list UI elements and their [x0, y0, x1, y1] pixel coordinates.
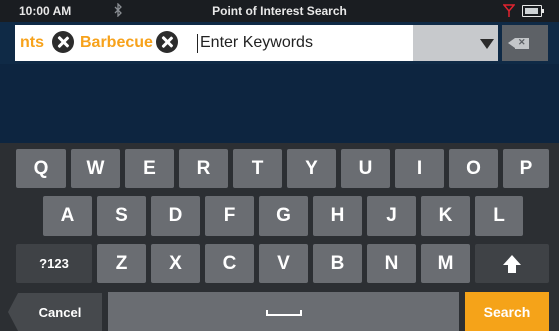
- key-m[interactable]: M: [421, 244, 470, 283]
- dropdown-button[interactable]: [413, 25, 498, 61]
- remove-chip-icon[interactable]: [52, 31, 74, 53]
- key-o[interactable]: O: [449, 149, 498, 188]
- key-a[interactable]: A: [43, 196, 92, 236]
- key-e[interactable]: E: [125, 149, 174, 188]
- key-u[interactable]: U: [341, 149, 390, 188]
- key-y[interactable]: Y: [287, 149, 336, 188]
- keyword-input[interactable]: [200, 34, 400, 52]
- cancel-button[interactable]: Cancel: [8, 293, 102, 331]
- status-bar: 10:00 AM Point of Interest Search: [0, 0, 559, 22]
- key-c[interactable]: C: [205, 244, 254, 283]
- key-f[interactable]: F: [205, 196, 254, 236]
- key-l[interactable]: L: [475, 196, 523, 236]
- key-s[interactable]: S: [97, 196, 146, 236]
- filter-chip-label: nts: [20, 34, 44, 51]
- key-g[interactable]: G: [259, 196, 308, 236]
- battery-icon: [522, 5, 544, 17]
- key-b[interactable]: B: [313, 244, 362, 283]
- filter-chip-label: Barbecue: [80, 34, 153, 51]
- signal-icon: [503, 4, 515, 17]
- key-r[interactable]: R: [179, 149, 228, 188]
- key-i[interactable]: I: [395, 149, 444, 188]
- backspace-button[interactable]: [502, 25, 548, 61]
- shift-arrow-icon: [503, 254, 521, 273]
- key-t[interactable]: T: [233, 149, 282, 188]
- key-q[interactable]: Q: [16, 149, 66, 188]
- key-h[interactable]: H: [313, 196, 362, 236]
- numbers-key[interactable]: ?123: [16, 244, 92, 283]
- key-j[interactable]: J: [367, 196, 416, 236]
- key-d[interactable]: D: [151, 196, 200, 236]
- key-p[interactable]: P: [503, 149, 549, 188]
- text-cursor: [197, 34, 198, 53]
- space-key[interactable]: [108, 292, 459, 331]
- search-field[interactable]: nts Barbecue: [15, 25, 413, 61]
- space-bar-icon: [266, 310, 302, 316]
- chevron-down-icon: [480, 39, 494, 49]
- shift-key[interactable]: [475, 244, 549, 283]
- poi-search-screen: 10:00 AM Point of Interest Search nts Ba…: [0, 0, 559, 331]
- screen-title: Point of Interest Search: [212, 4, 347, 18]
- key-n[interactable]: N: [367, 244, 416, 283]
- search-button[interactable]: Search: [465, 292, 549, 331]
- on-screen-keyboard: Q W E R T Y U I O P A S D F G H J K L ?1…: [0, 143, 559, 331]
- key-x[interactable]: X: [151, 244, 200, 283]
- backspace-icon: [508, 37, 529, 49]
- remove-chip-icon[interactable]: [156, 31, 178, 53]
- key-v[interactable]: V: [259, 244, 308, 283]
- key-k[interactable]: K: [421, 196, 470, 236]
- key-w[interactable]: W: [71, 149, 120, 188]
- key-z[interactable]: Z: [97, 244, 146, 283]
- search-bar: nts Barbecue: [0, 22, 559, 64]
